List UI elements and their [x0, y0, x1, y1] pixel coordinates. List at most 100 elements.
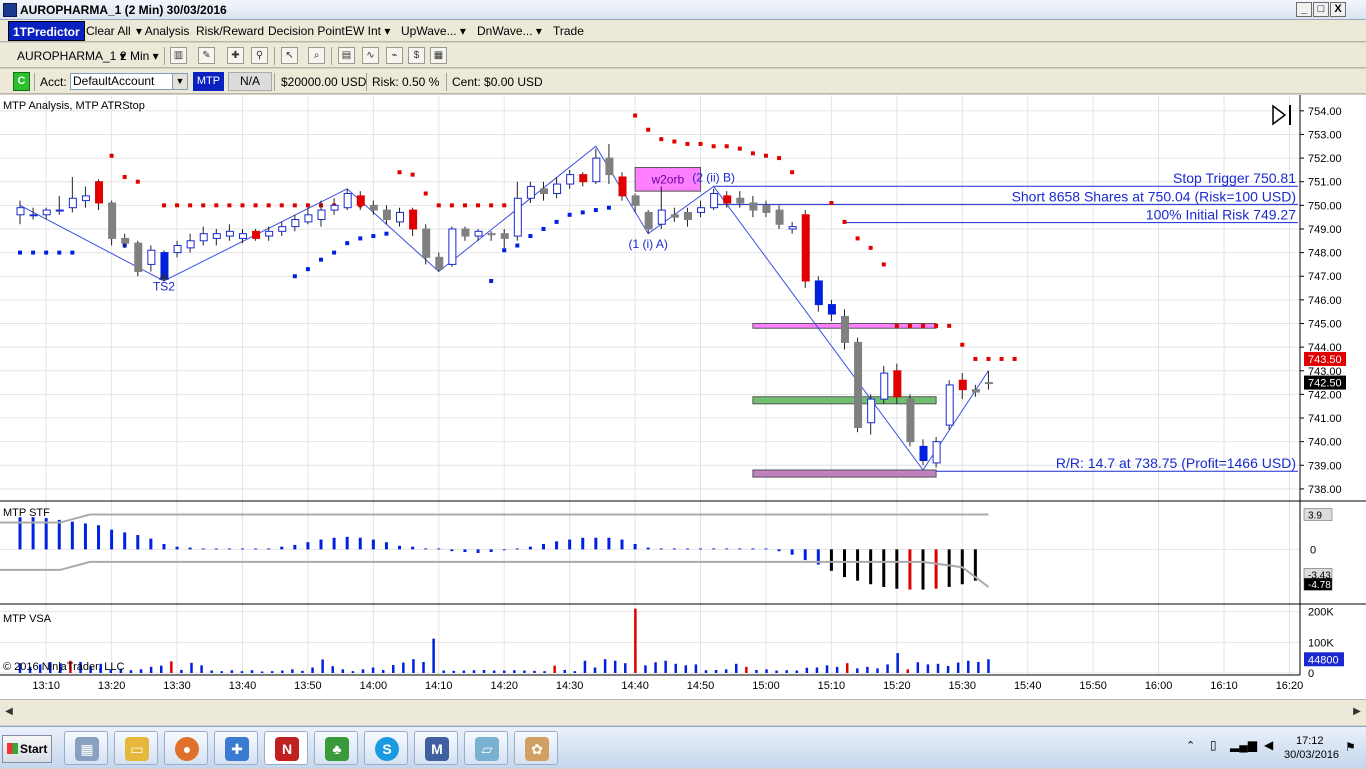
x-tick-label: 13:10 [32, 680, 60, 692]
menu-trade[interactable]: Trade [553, 24, 584, 38]
stf-tick-label: 0 [1310, 544, 1316, 556]
task-ninjatrader[interactable]: N [264, 731, 308, 765]
task-calculator[interactable]: ▦ [64, 731, 108, 765]
account-select[interactable]: DefaultAccount ▼ [70, 73, 188, 90]
task-mtp[interactable]: M [414, 731, 458, 765]
menu-clear-all[interactable]: Clear All [86, 24, 131, 38]
task-paint[interactable]: ✿ [514, 731, 558, 765]
menu-upwave[interactable]: UpWave... ▾ [401, 24, 466, 38]
candle-body [618, 176, 627, 197]
menu-risk-reward[interactable]: Risk/Reward [196, 24, 264, 38]
data-box-icon[interactable]: ▦ [430, 47, 447, 64]
minimize-button[interactable]: _ [1296, 2, 1312, 17]
tray-expand-icon[interactable]: ⌃ [1186, 739, 1195, 752]
zoom-icon[interactable]: ⌕ [308, 47, 325, 64]
dollar-icon[interactable]: $ [408, 47, 425, 64]
candle-body [880, 372, 889, 400]
scroll-left-icon[interactable]: ◀ [2, 702, 16, 722]
menu-decision-point[interactable]: Decision Point [268, 24, 345, 38]
candle-body [605, 157, 614, 176]
stf-value-label: 3.9 [1308, 511, 1322, 522]
notification-icon[interactable]: ⚑ [1345, 740, 1356, 754]
wave-annotation: (2 (ii) B) [692, 171, 735, 185]
atr-stop-dot-blue [541, 226, 546, 231]
menu-ew-int[interactable]: EW Int ▾ [345, 24, 390, 38]
atr-stop-dot-red [109, 153, 114, 158]
connect-button[interactable]: C [13, 72, 30, 91]
pointer-icon[interactable]: ↖ [281, 47, 298, 64]
task-notebook[interactable]: ▱ [464, 731, 508, 765]
chevron-down-icon: ▾ [456, 24, 466, 38]
atr-stop-dot-blue [44, 250, 49, 255]
atr-stop-dot-red [737, 146, 742, 151]
close-button[interactable]: X [1330, 2, 1346, 17]
candle-body [867, 398, 876, 424]
strategies-icon[interactable]: ⌁ [386, 47, 403, 64]
scroll-right-icon[interactable]: ▶ [1350, 702, 1364, 722]
risk-value: Risk: 0.50 % [372, 75, 440, 89]
stf-lower-band [0, 560, 990, 588]
candle-body [108, 202, 117, 239]
task-skype[interactable]: S [364, 731, 408, 765]
mtp-badge[interactable]: MTP [193, 72, 224, 91]
atr-stop-dot-blue [567, 212, 572, 217]
signal-icon[interactable]: ▂▄▆ [1230, 738, 1257, 752]
task-tree[interactable]: ♣ [314, 731, 358, 765]
clock-time[interactable]: 17:12 [1296, 735, 1324, 747]
properties-icon[interactable]: ▤ [338, 47, 355, 64]
candle-body [356, 195, 365, 206]
y-tick-label: 745.00 [1308, 318, 1342, 330]
account-value: DefaultAccount [73, 74, 155, 88]
candle-body [736, 197, 745, 204]
candle-body [697, 207, 706, 213]
task-firefox[interactable]: ● [164, 731, 208, 765]
candle-body [212, 233, 221, 239]
battery-icon[interactable]: ▯ [1210, 738, 1217, 752]
interval-label: 2 Min [120, 49, 150, 63]
candle-body [984, 382, 993, 385]
candle-body [644, 211, 653, 230]
task-explorer[interactable]: ▭ [114, 731, 158, 765]
indicators-icon[interactable]: ∿ [362, 47, 379, 64]
clock-date[interactable]: 30/03/2016 [1284, 749, 1339, 761]
atr-stop-dot-blue [70, 250, 75, 255]
candle-body [199, 233, 208, 242]
chart-area[interactable]: 13:10 13:20 13:30 13:40 13:50 14:00 14:10 14:20… [0, 95, 1366, 699]
bar-type-icon[interactable]: ▥ [170, 47, 187, 64]
chart-canvas[interactable]: 13:10 13:20 13:30 13:40 13:50 14:00 14:10 14:20… [0, 95, 1366, 699]
candle-body [971, 389, 980, 393]
pin-icon[interactable]: ⚲ [251, 47, 268, 64]
atr-stop-dot-red [135, 179, 140, 184]
chevron-down-icon: ▾ [136, 24, 145, 38]
task-puzzle[interactable]: ✚ [214, 731, 258, 765]
candle-body [906, 398, 915, 443]
candle-body [670, 214, 679, 218]
y-tick-label: 743.00 [1308, 366, 1342, 378]
candle-body [788, 226, 797, 230]
play-end-icon [1272, 104, 1287, 126]
candle-body [16, 207, 25, 216]
mtp-icon: M [425, 737, 449, 761]
brand-button[interactable]: 1TPredictor [8, 21, 85, 41]
instrument-selector[interactable]: AUROPHARMA_1 ▾ [17, 49, 126, 63]
candle-body [513, 197, 522, 237]
x-tick-label: 15:50 [1079, 680, 1107, 692]
cent-value: Cent: $0.00 USD [452, 75, 543, 89]
start-button[interactable]: Start [2, 735, 52, 763]
horizontal-scrollbar[interactable]: ◀ ▶ [0, 699, 1366, 725]
x-tick-label: 14:20 [490, 680, 518, 692]
atr-stop-dot-red [894, 323, 899, 328]
crosshair-icon[interactable]: ✚ [227, 47, 244, 64]
vsa-tick-label: 200K [1308, 607, 1334, 619]
pencil-icon[interactable]: ✎ [198, 47, 215, 64]
y-tick-label: 739.00 [1308, 460, 1342, 472]
interval-selector[interactable]: 2 Min ▾ [120, 49, 159, 63]
system-tray: ⌃ ▯ ▂▄▆ ◀ [1180, 727, 1366, 769]
menu-analysis[interactable]: ▾ Analysis [136, 24, 189, 38]
menu-dnwave[interactable]: DnWave... ▾ [477, 24, 542, 38]
y-tick-label: 740.00 [1308, 437, 1342, 449]
atr-stop-dot-red [921, 323, 926, 328]
maximize-button[interactable]: □ [1313, 2, 1329, 17]
volume-icon[interactable]: ◀ [1264, 738, 1273, 752]
atr-stop-dot-red [973, 356, 978, 361]
